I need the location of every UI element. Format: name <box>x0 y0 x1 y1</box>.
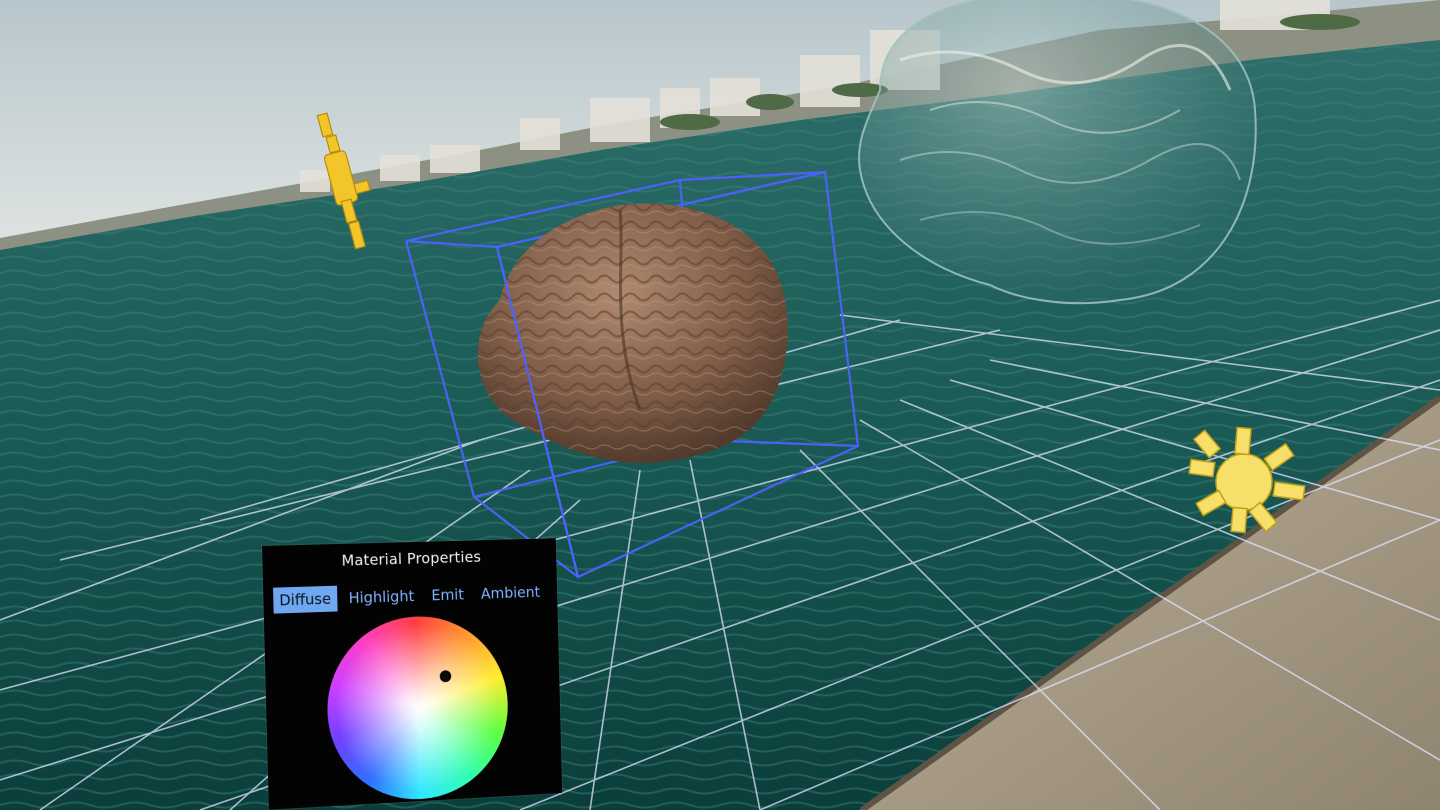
tab-diffuse[interactable]: Diffuse <box>273 585 338 614</box>
tab-highlight[interactable]: Highlight <box>342 583 420 611</box>
tab-emit[interactable]: Emit <box>425 582 470 609</box>
material-properties-panel: Material Properties Diffuse Highlight Em… <box>262 538 563 810</box>
tab-ambient[interactable]: Ambient <box>475 579 546 607</box>
color-wheel[interactable] <box>325 613 510 805</box>
material-tabs: Diffuse Highlight Emit Ambient <box>273 577 552 616</box>
panel-title: Material Properties <box>341 548 482 570</box>
vr-scene <box>0 0 1440 810</box>
color-wheel-container <box>325 613 510 805</box>
